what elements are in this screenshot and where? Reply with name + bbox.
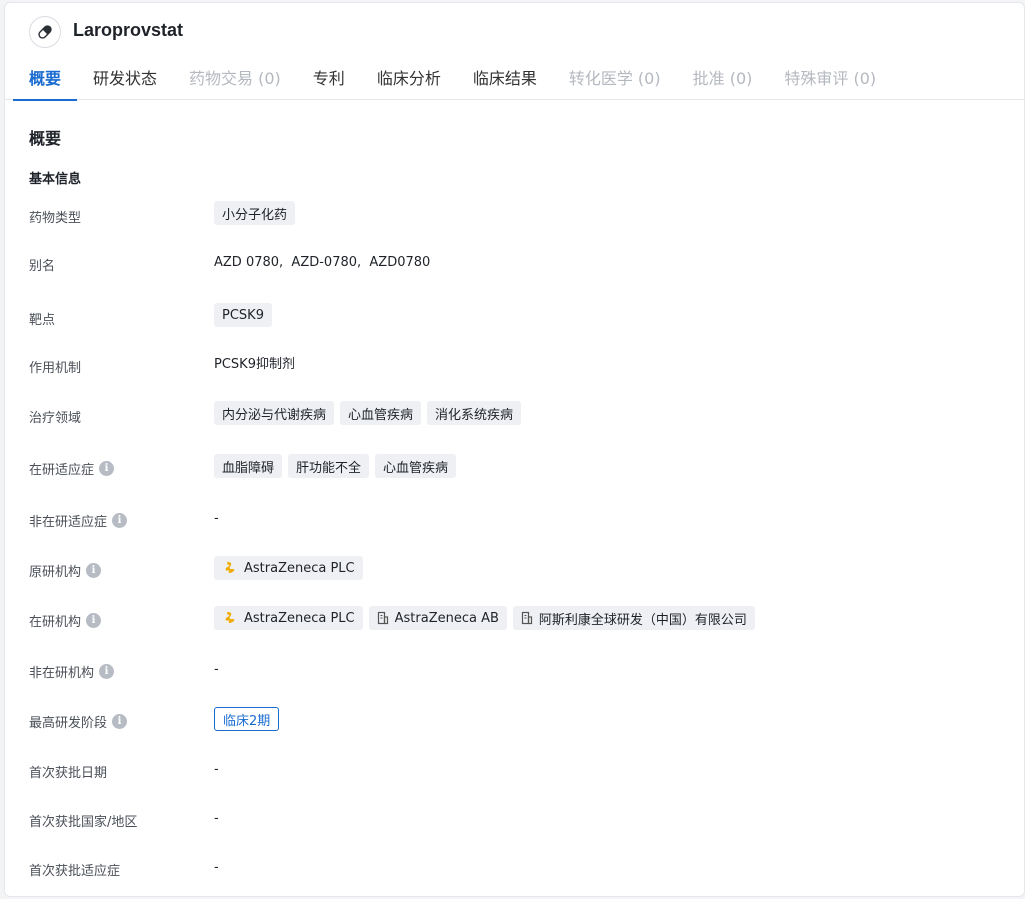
field-label: 非在研机构 [29, 666, 95, 681]
org-name: 阿斯利康全球研发（中国）有限公司 [538, 612, 747, 628]
first-approval-indication-value: - [214, 860, 219, 875]
org-tag[interactable]: AstraZeneca AB [368, 606, 507, 630]
tab-drug-deals[interactable]: 药物交易 (0) [173, 67, 297, 100]
field-label: 首次获批日期 [29, 766, 108, 781]
tab-overview[interactable]: 概要 [13, 67, 78, 101]
astrazeneca-logo-icon [222, 560, 238, 576]
target-tag[interactable]: PCSK9 [214, 303, 272, 327]
org-tag[interactable]: AstraZeneca PLC [214, 556, 363, 580]
drug-header: Laroprovstat 概要 研发状态 药物交易 (0) 专利 临床分析 临床… [5, 3, 1024, 101]
field-label: 原研机构 [29, 565, 82, 580]
inactive-orgs-value: - [214, 662, 219, 677]
tab-clinical-results[interactable]: 临床结果 [457, 67, 553, 100]
therapeutic-area-tag[interactable]: 心血管疾病 [340, 401, 422, 425]
field-label: 靶点 [29, 313, 56, 328]
drug-name: Laroprovstat [73, 20, 184, 40]
org-name: AstraZeneca PLC [244, 560, 355, 576]
section-title: 概要 [29, 129, 62, 148]
inactive-indications-value: - [214, 511, 219, 526]
field-label: 作用机制 [29, 361, 82, 376]
therapeutic-area-tag[interactable]: 消化系统疾病 [427, 401, 522, 425]
first-approval-date-value: - [214, 762, 219, 777]
drug-detail-card: Laroprovstat 概要 研发状态 药物交易 (0) 专利 临床分析 临床… [4, 2, 1025, 897]
tab-approvals[interactable]: 批准 (0) [677, 67, 769, 100]
tab-translational-medicine[interactable]: 转化医学 (0) [553, 67, 677, 100]
info-icon[interactable]: i [112, 714, 128, 729]
info-icon[interactable]: i [86, 613, 102, 628]
detail-tabs: 概要 研发状态 药物交易 (0) 专利 临床分析 临床结果 转化医学 (0) 批… [13, 67, 892, 101]
indication-tag[interactable]: 心血管疾病 [375, 454, 457, 478]
org-tag[interactable]: 阿斯利康全球研发（中国）有限公司 [512, 606, 755, 630]
info-icon[interactable]: i [99, 461, 115, 476]
info-icon[interactable]: i [112, 513, 128, 528]
field-label: 别名 [29, 259, 56, 274]
field-label: 治疗领域 [29, 411, 82, 426]
org-name: AstraZeneca PLC [244, 610, 355, 626]
field-label: 首次获批国家/地区 [29, 815, 138, 830]
basic-info-title: 基本信息 [29, 172, 82, 187]
building-icon [521, 611, 533, 625]
pill-icon [29, 16, 61, 48]
field-label: 非在研适应症 [29, 515, 108, 530]
tab-special-review[interactable]: 特殊审评 (0) [768, 67, 892, 100]
tab-patents[interactable]: 专利 [297, 67, 361, 100]
first-approval-region-value: - [214, 811, 219, 826]
mechanism-value[interactable]: PCSK9抑制剂 [214, 353, 295, 372]
aliases-value: AZD 0780, AZD-0780, AZD0780 [214, 255, 431, 270]
field-label: 在研适应症 [29, 463, 95, 478]
drug-type-tag[interactable]: 小分子化药 [214, 201, 296, 225]
field-label: 药物类型 [29, 211, 82, 226]
astrazeneca-logo-icon [222, 610, 238, 626]
field-label: 首次获批适应症 [29, 864, 121, 879]
field-label: 最高研发阶段 [29, 716, 108, 731]
therapeutic-area-tag[interactable]: 内分泌与代谢疾病 [214, 401, 335, 425]
info-icon[interactable]: i [86, 563, 102, 578]
org-name: AstraZeneca AB [394, 610, 499, 626]
org-tag[interactable]: AstraZeneca PLC [214, 606, 363, 630]
info-icon[interactable]: i [99, 664, 115, 679]
field-label: 在研机构 [29, 615, 82, 630]
tab-clinical-analysis[interactable]: 临床分析 [361, 67, 457, 100]
tab-rd-status[interactable]: 研发状态 [77, 67, 173, 100]
indication-tag[interactable]: 血脂障碍 [214, 454, 283, 478]
phase-tag[interactable]: 临床2期 [214, 707, 280, 731]
building-icon [377, 611, 389, 625]
indication-tag[interactable]: 肝功能不全 [288, 454, 370, 478]
